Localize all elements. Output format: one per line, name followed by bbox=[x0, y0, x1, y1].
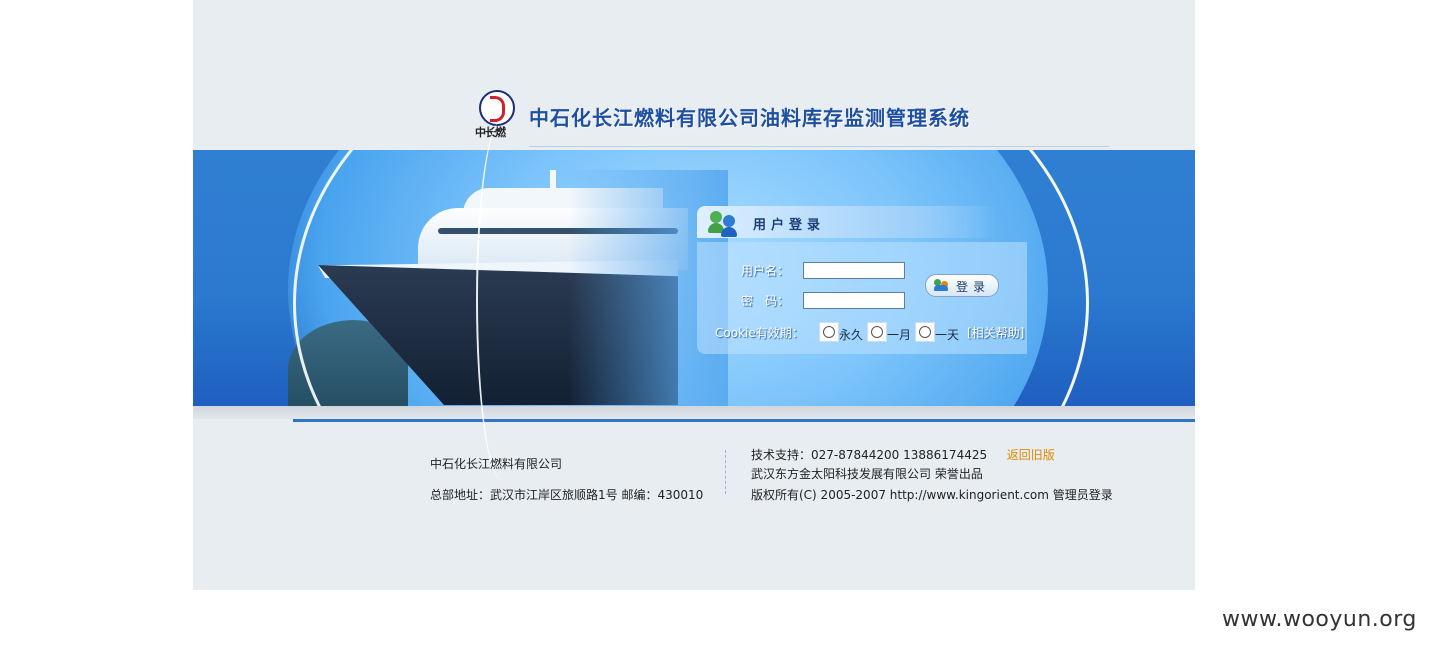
username-label: 用户名： bbox=[741, 264, 790, 278]
cookie-option-label: 一月 bbox=[887, 328, 912, 342]
footer-strip bbox=[193, 406, 1195, 419]
cookie-option-label: 一天 bbox=[935, 328, 960, 342]
cookie-radio-day[interactable] bbox=[915, 322, 935, 342]
help-link[interactable]: [相关帮助] bbox=[967, 324, 1024, 341]
footer-company: 中石化长江燃料有限公司 bbox=[430, 457, 563, 471]
admin-login-link[interactable]: 管理员登录 bbox=[1053, 488, 1113, 502]
footer-producer: 武汉东方金太阳科技发展有限公司 荣誉出品 bbox=[751, 467, 983, 481]
login-form: 用户名： 密 码： 登录 Cookie有效期： 永久 一月 一天 [相关帮助] bbox=[697, 242, 1027, 354]
title-divider bbox=[529, 146, 1109, 147]
footer-copyright-line: 版权所有(C) 2005-2007 http://www.kingorient.… bbox=[751, 486, 1113, 503]
users-icon bbox=[707, 209, 741, 237]
cookie-radio-forever[interactable] bbox=[819, 322, 839, 342]
system-title: 中石化长江燃料有限公司油料库存监测管理系统 bbox=[529, 106, 970, 130]
users-icon bbox=[934, 279, 950, 291]
footer-address: 总部地址：武汉市江岸区旅顺路1号 邮编：430010 bbox=[430, 488, 704, 502]
old-version-link[interactable]: 返回旧版 bbox=[1007, 448, 1055, 462]
footer-tech-support-line: 技术支持：027-87844200 13886174425 返回旧版 bbox=[751, 446, 1055, 463]
copyright-text: 版权所有(C) 2005-2007 http://www.kingorient.… bbox=[751, 488, 1049, 502]
login-page: 中长燃 中石化长江燃料有限公司油料库存监测管理系统 用户登录 用户名： 密 码：… bbox=[193, 0, 1195, 590]
footer-divider bbox=[725, 450, 726, 494]
cookie-label: Cookie有效期： bbox=[715, 326, 804, 340]
cookie-radio-month[interactable] bbox=[867, 322, 887, 342]
username-input[interactable] bbox=[803, 262, 905, 279]
cookie-option-label: 永久 bbox=[839, 328, 864, 342]
tech-support-text: 技术支持：027-87844200 13886174425 bbox=[751, 448, 988, 462]
decorative-arc bbox=[476, 120, 528, 480]
login-button[interactable]: 登录 bbox=[925, 274, 999, 297]
login-button-label: 登录 bbox=[956, 280, 991, 294]
password-input[interactable] bbox=[803, 292, 905, 309]
watermark: www.wooyun.org bbox=[1222, 607, 1417, 632]
login-header: 用户登录 bbox=[697, 206, 997, 238]
hero-banner: 用户登录 用户名： 密 码： 登录 Cookie有效期： 永久 一月 一天 [相… bbox=[193, 150, 1195, 406]
password-label: 密 码： bbox=[741, 294, 790, 308]
login-title: 用户登录 bbox=[753, 218, 826, 233]
footer-blue-line bbox=[293, 419, 1195, 422]
